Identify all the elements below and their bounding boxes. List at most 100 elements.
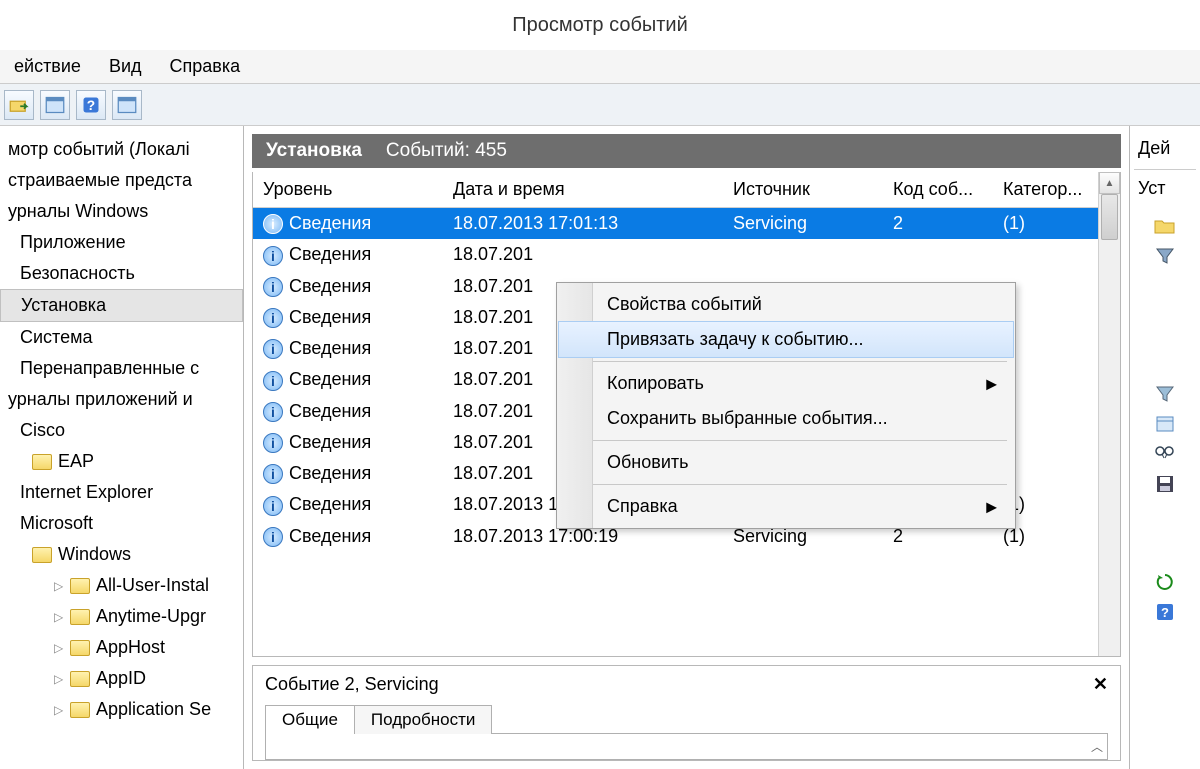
tree-node-label: Безопасность — [20, 263, 135, 284]
submenu-arrow-icon: ▶ — [986, 498, 997, 515]
save-icon[interactable] — [1153, 473, 1177, 495]
folder-arrow-icon — [9, 95, 29, 115]
column-header[interactable]: Дата и время — [443, 172, 723, 208]
column-header[interactable]: Код соб... — [883, 172, 993, 208]
expander-icon[interactable]: ▷ — [54, 672, 64, 686]
details-title: Событие 2, Servicing — [265, 674, 439, 695]
list-header-bar: Установка Событий: 455 — [252, 134, 1121, 168]
info-icon: i — [263, 464, 283, 484]
folder-icon — [70, 578, 90, 594]
tree-node-label: Перенаправленные с — [20, 358, 199, 379]
open-log-icon[interactable] — [1153, 215, 1177, 237]
info-icon: i — [263, 277, 283, 297]
tree-node[interactable]: ▷ Application Se — [0, 694, 243, 725]
menu-action[interactable]: ействие — [0, 52, 95, 81]
tree-node[interactable]: Windows — [0, 539, 243, 570]
tree-node[interactable]: Безопасность — [0, 258, 243, 289]
panel-icon — [45, 95, 65, 115]
menu-view[interactable]: Вид — [95, 52, 156, 81]
menu-help[interactable]: Справка — [156, 52, 255, 81]
tree-node[interactable]: Microsoft — [0, 508, 243, 539]
details-pane: Событие 2, Servicing ✕ Общие Подробности… — [252, 665, 1121, 761]
refresh-icon[interactable] — [1153, 571, 1177, 593]
find-icon[interactable] — [1153, 443, 1177, 465]
tree-node[interactable]: ▷ AppHost — [0, 632, 243, 663]
tree-node[interactable]: урналы приложений и — [0, 384, 243, 415]
scrollbar[interactable]: ▲ — [1098, 172, 1120, 656]
info-icon: i — [263, 371, 283, 391]
toolbar-back-button[interactable] — [4, 90, 34, 120]
close-details-button[interactable]: ✕ — [1093, 674, 1108, 695]
folder-icon — [32, 454, 52, 470]
context-menu-item[interactable]: Привязать задачу к событию... — [559, 322, 1013, 357]
tree-node[interactable]: страиваемые предста — [0, 165, 243, 196]
context-menu[interactable]: Свойства событийПривязать задачу к событ… — [556, 282, 1016, 529]
tree-pane[interactable]: мотр событий (Локалі страиваемые предста у… — [0, 126, 244, 769]
tree-node[interactable]: Система — [0, 322, 243, 353]
tree-node[interactable]: Cisco — [0, 415, 243, 446]
context-menu-item[interactable]: Сохранить выбранные события... — [559, 401, 1013, 436]
tree-node[interactable]: ▷AppID — [0, 663, 243, 694]
scroll-up-icon[interactable]: ▲ — [1099, 172, 1120, 194]
tree-node[interactable]: ▷ All-User-Instal — [0, 570, 243, 601]
column-header[interactable]: Источник — [723, 172, 883, 208]
tree-node[interactable]: Приложение — [0, 227, 243, 258]
filter-icon[interactable] — [1153, 245, 1177, 267]
title-bar: Просмотр событий — [0, 0, 1200, 50]
tree-node-label: Система — [20, 327, 93, 348]
tree-node-label: Application Se — [96, 699, 211, 720]
tree-node-label: Microsoft — [20, 513, 93, 534]
submenu-arrow-icon: ▶ — [986, 375, 997, 392]
list-header-count: Событий: 455 — [386, 140, 507, 162]
tree-node[interactable]: ▷Anytime-Upgr — [0, 601, 243, 632]
tree-node[interactable]: EAP — [0, 446, 243, 477]
tree-node-label: EAP — [58, 451, 94, 472]
tree-node-label: урналы приложений и — [8, 389, 193, 410]
tree-node-label: All-User-Instal — [96, 575, 209, 596]
context-menu-item[interactable]: Справка▶ — [559, 489, 1013, 524]
panel-icon — [117, 95, 137, 115]
expander-icon[interactable]: ▷ — [54, 610, 64, 624]
funnel-icon[interactable] — [1153, 383, 1177, 405]
folder-icon — [70, 671, 90, 687]
expander-icon[interactable]: ▷ — [54, 641, 64, 655]
toolbar: ? — [0, 84, 1200, 126]
info-icon: i — [263, 246, 283, 266]
table-row[interactable]: iСведения18.07.2013 17:01:13Servicing2(1… — [253, 208, 1120, 240]
folder-icon — [32, 547, 52, 563]
tree-node[interactable]: Перенаправленные с — [0, 353, 243, 384]
folder-icon — [70, 640, 90, 656]
svg-text:?: ? — [87, 98, 95, 113]
column-header[interactable]: Уровень — [253, 172, 443, 208]
scroll-thumb[interactable] — [1101, 194, 1118, 240]
expander-icon[interactable]: ▷ — [54, 703, 64, 717]
tree-node[interactable]: Установка — [0, 289, 243, 322]
toolbar-help-button[interactable]: ? — [76, 90, 106, 120]
tree-node[interactable]: Internet Explorer — [0, 477, 243, 508]
context-menu-item[interactable]: Свойства событий — [559, 287, 1013, 322]
toolbar-panel-button[interactable] — [40, 90, 70, 120]
info-icon: i — [263, 308, 283, 328]
tree-node[interactable]: урналы Windows — [0, 196, 243, 227]
help-icon[interactable]: ? — [1153, 601, 1177, 623]
folder-icon — [70, 609, 90, 625]
tree-node-label: AppHost — [96, 637, 165, 658]
info-icon: i — [263, 402, 283, 422]
context-menu-item[interactable]: Обновить — [559, 445, 1013, 480]
tree-node-label: страиваемые предста — [8, 170, 192, 191]
tab-details[interactable]: Подробности — [354, 705, 493, 734]
toolbar-panel2-button[interactable] — [112, 90, 142, 120]
actions-header: Дей — [1134, 134, 1196, 170]
properties-icon[interactable] — [1153, 413, 1177, 435]
context-menu-item[interactable]: Копировать▶ — [559, 366, 1013, 401]
list-header-title: Установка — [266, 140, 362, 162]
help-icon: ? — [81, 95, 101, 115]
window-title: Просмотр событий — [512, 14, 688, 37]
tree-node-label: урналы Windows — [8, 201, 148, 222]
tab-general[interactable]: Общие — [265, 705, 355, 734]
scroll-up-icon[interactable]: ︿ — [1091, 738, 1103, 755]
table-row[interactable]: iСведения18.07.201 — [253, 239, 1120, 270]
tree-node[interactable]: мотр событий (Локалі — [0, 134, 243, 165]
folder-icon — [70, 702, 90, 718]
expander-icon[interactable]: ▷ — [54, 579, 64, 593]
